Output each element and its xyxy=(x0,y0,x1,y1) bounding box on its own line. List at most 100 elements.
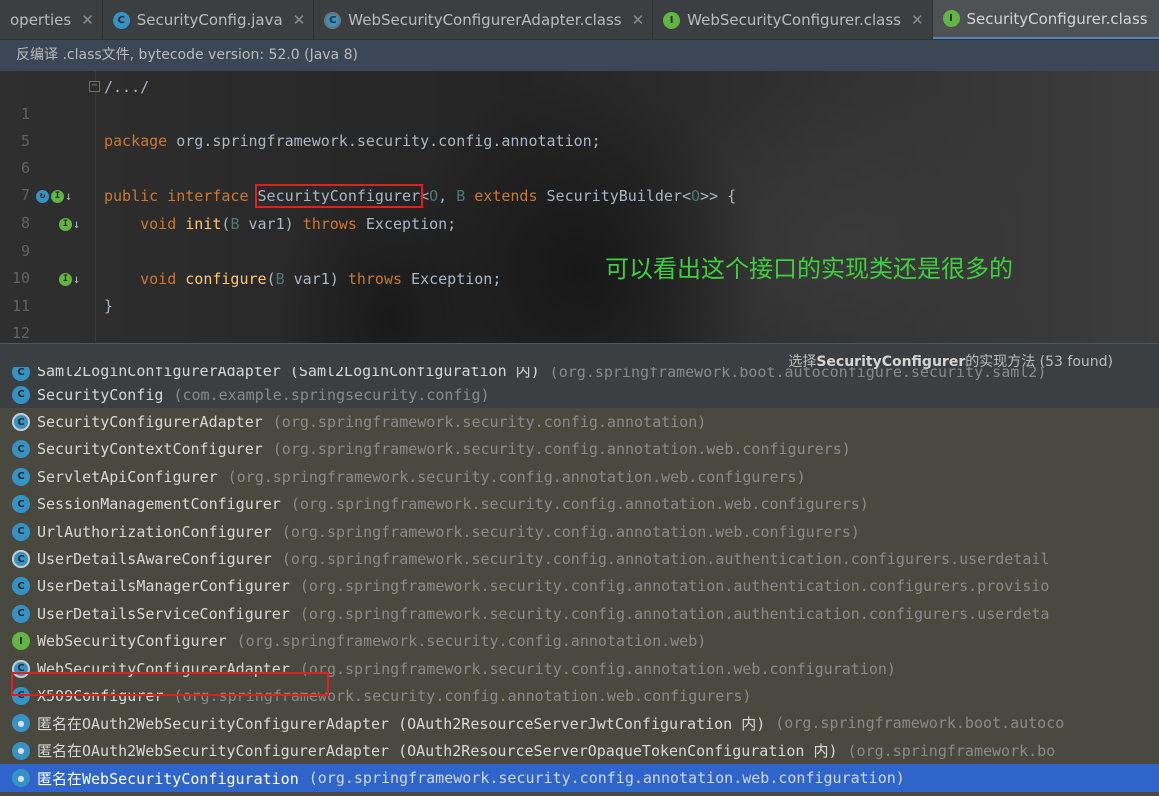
paren: ( xyxy=(266,270,276,288)
result-name: SecurityConfigurerAdapter xyxy=(37,413,263,432)
result-package: (org.springframework.security.config.ann… xyxy=(236,632,707,651)
interface-name-highlight[interactable]: SecurityConfigurer xyxy=(254,184,424,208)
result-row[interactable]: ServletApiConfigurer (org.springframework… xyxy=(0,463,1159,490)
result-row[interactable]: 匿名在OAuth2WebSecurityConfigurerAdapter (O… xyxy=(0,710,1159,737)
generic-close: >> { xyxy=(700,187,737,205)
code-line-9: 9 ↓ void init(B var1) throws Exception; xyxy=(0,211,1159,260)
abstract-class-icon xyxy=(12,413,30,432)
tab-websecurityconfigurer-class[interactable]: WebSecurityConfigurer.class ✕ xyxy=(653,0,933,39)
tab-properties[interactable]: operties ✕ xyxy=(0,0,103,39)
arrow-down-icon: ↓ xyxy=(73,272,81,286)
class-file-icon xyxy=(324,11,342,29)
result-row[interactable]: WebSecurityConfigurer (org.springframewor… xyxy=(0,628,1159,655)
type-param-o: O xyxy=(429,187,439,205)
result-package: (org.springframework.security.config.ann… xyxy=(281,522,860,541)
keyword-throws: throws xyxy=(302,215,357,233)
close-icon[interactable]: ✕ xyxy=(293,11,306,29)
type-param-o: O xyxy=(691,187,701,205)
result-name: 匿名在WebSecurityConfiguration xyxy=(37,769,299,788)
code-line-5: 5 xyxy=(0,101,1159,150)
implementations-popup: 选择SecurityConfigurer的实现方法 (53 found) Sam… xyxy=(0,343,1159,796)
result-row[interactable]: UserDetailsServiceConfigurer (org.springf… xyxy=(0,600,1159,627)
method-init[interactable]: init xyxy=(185,215,221,233)
result-package: (org.springframework.boot.autoco xyxy=(775,714,1065,733)
class-icon xyxy=(12,385,30,404)
tab-label: operties xyxy=(10,11,72,29)
results-list: Saml2LoginConfigurerAdapter (Saml2LoginC… xyxy=(0,367,1159,792)
keyword-interface: interface xyxy=(167,187,249,205)
result-name: UrlAuthorizationConfigurer xyxy=(37,522,272,541)
keyword-extends: extends xyxy=(474,187,538,205)
gutter-markers: ↓ xyxy=(59,266,80,293)
result-name: SecurityConfig xyxy=(37,385,164,404)
implemented-icon[interactable] xyxy=(59,218,72,231)
keyword-package: package xyxy=(104,132,168,150)
param: var1) xyxy=(284,270,348,288)
tab-label: WebSecurityConfigurerAdapter.class xyxy=(348,11,622,29)
result-package: (org.springframework.security.config.ann… xyxy=(299,577,1050,596)
close-icon[interactable]: ✕ xyxy=(632,11,645,29)
tab-securityconfig-java[interactable]: SecurityConfig.java ✕ xyxy=(103,0,315,39)
abstract-class-icon xyxy=(12,550,30,569)
annotation-text: 可以看出这个接口的实现类还是很多的 xyxy=(605,255,1013,283)
anonymous-class-icon xyxy=(12,741,30,760)
comma: , xyxy=(438,187,457,205)
class-icon xyxy=(12,495,30,514)
code-line-8: 8 ↓ public interface SecurityConfigurer<… xyxy=(0,183,1159,232)
folded-header[interactable]: /.../ xyxy=(104,78,149,96)
code-line-1: 1 − /.../ xyxy=(0,74,1159,123)
code-editor[interactable]: 1 − /.../ 5 6 package org.springframewor… xyxy=(0,71,1159,343)
tab-websecurityconfigureradapter-class[interactable]: WebSecurityConfigurerAdapter.class ✕ xyxy=(314,0,654,39)
result-package: (org.springframework.boot.autoconfigure.… xyxy=(549,367,1047,381)
result-row[interactable]: SecurityConfig (com.example.springsecurit… xyxy=(0,381,1159,409)
result-package: (org.springframework.security.config.ann… xyxy=(272,413,707,432)
anonymous-class-icon xyxy=(12,714,30,733)
tab-securityconfigurer-class[interactable]: SecurityConfigurer.class ✕ xyxy=(932,0,1159,39)
interface-icon xyxy=(12,632,30,651)
result-package: (org.springframework.security.config.ann… xyxy=(299,604,1050,623)
result-row[interactable]: UserDetailsAwareConfigurer (org.springfra… xyxy=(0,545,1159,572)
class-icon xyxy=(12,522,30,541)
class-icon xyxy=(12,604,30,623)
result-package: (org.springframework.security.config.ann… xyxy=(299,659,896,678)
result-row[interactable]: SecurityContextConfigurer (org.springfram… xyxy=(0,436,1159,463)
exception: Exception; xyxy=(356,215,457,233)
result-name: UserDetailsAwareConfigurer xyxy=(37,550,272,569)
result-row[interactable]: Saml2LoginConfigurerAdapter (Saml2LoginC… xyxy=(0,367,1159,381)
param: var1) xyxy=(239,215,303,233)
anonymous-class-icon xyxy=(12,769,30,788)
class-icon xyxy=(112,11,130,29)
result-row[interactable]: SecurityConfigurerAdapter (org.springfram… xyxy=(0,408,1159,435)
overridden-icon[interactable] xyxy=(36,190,49,203)
result-row[interactable]: 匿名在OAuth2WebSecurityConfigurerAdapter (O… xyxy=(0,737,1159,764)
class-icon xyxy=(12,440,30,459)
result-package: (org.springframework.bo xyxy=(847,741,1056,760)
close-icon[interactable]: ✕ xyxy=(911,11,924,29)
result-package: (com.example.springsecurity.config) xyxy=(173,385,490,404)
result-name: UserDetailsServiceConfigurer xyxy=(37,604,290,623)
result-row[interactable]: UserDetailsManagerConfigurer (org.springf… xyxy=(0,573,1159,600)
type-param-b: B xyxy=(456,187,466,205)
tab-label: WebSecurityConfigurer.class xyxy=(687,11,901,29)
close-icon[interactable]: ✕ xyxy=(81,11,94,29)
class-icon xyxy=(12,367,30,381)
decompiler-notice: 反编译 .class文件, bytecode version: 52.0 (Ja… xyxy=(0,40,1159,71)
result-row[interactable]: SessionManagementConfigurer (org.springfr… xyxy=(0,491,1159,518)
arrow-down-icon: ↓ xyxy=(73,217,81,231)
result-name: SecurityContextConfigurer xyxy=(37,440,263,459)
close-brace: } xyxy=(104,297,114,315)
result-name: 匿名在OAuth2WebSecurityConfigurerAdapter (O… xyxy=(37,742,838,761)
code-line-12: 12 } xyxy=(0,293,1159,342)
package-name: org.springframework.security.config.anno… xyxy=(167,132,601,150)
method-configure[interactable]: configure xyxy=(185,270,266,288)
result-row[interactable]: UrlAuthorizationConfigurer (org.springfra… xyxy=(0,518,1159,545)
code-line-7: 7 xyxy=(0,155,1159,204)
fold-icon[interactable]: − xyxy=(89,81,100,92)
interface-icon xyxy=(942,10,960,27)
arrow-down-icon: ↓ xyxy=(65,189,73,203)
result-name: UserDetailsManagerConfigurer xyxy=(37,577,290,596)
result-row[interactable]: 匿名在WebSecurityConfiguration (org.springfr… xyxy=(0,764,1159,792)
implemented-icon[interactable] xyxy=(51,190,64,203)
class-icon xyxy=(12,467,30,486)
implemented-icon[interactable] xyxy=(59,273,72,286)
